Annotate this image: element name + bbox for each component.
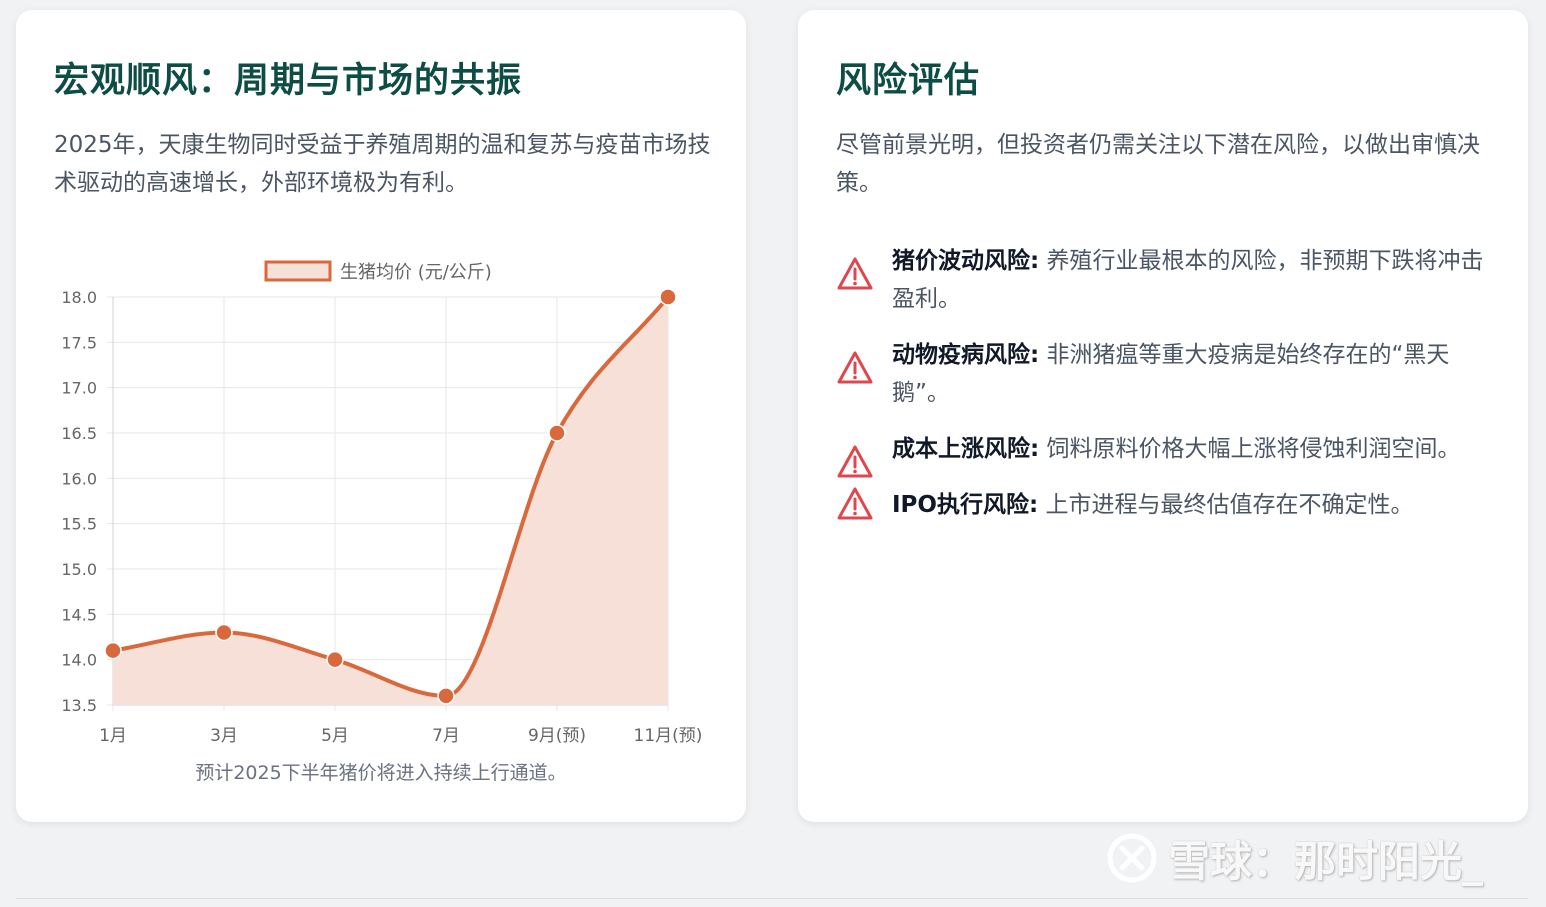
x-tick-label: 3月 xyxy=(210,726,238,746)
y-tick-label: 15.0 xyxy=(61,560,97,579)
macro-card: 宏观顺风：周期与市场的共振 2025年，天康生物同时受益于养殖周期的温和复苏与疫… xyxy=(16,10,746,822)
risk-item-text: 上市进程与最终估值存在不确定性。 xyxy=(1038,492,1414,518)
warning-icon xyxy=(837,351,873,384)
risk-item-cost: 成本上涨风险: 饲料原料价格大幅上涨将侵蚀利润空间。 xyxy=(836,430,1496,478)
pig-price-chart: 18.0 17.5 17.0 16.5 16.0 15.5 15.0 14.5 14.0 13.5… xyxy=(16,240,746,754)
xueqiu-logo-icon xyxy=(1107,833,1157,883)
macro-description: 2025年，天康生物同时受益于养殖周期的温和复苏与疫苗市场技术驱动的高速增长，外… xyxy=(54,132,711,196)
y-tick-label: 16.0 xyxy=(61,469,97,488)
risk-description: 尽管前景光明，但投资者仍需关注以下潜在风险，以做出审慎决策。 xyxy=(836,132,1480,196)
y-tick-label: 13.5 xyxy=(61,696,97,715)
risk-item-title: 动物疫病风险: xyxy=(892,342,1040,368)
risk-item-ipo: IPO执行风险: 上市进程与最终估值存在不确定性。 xyxy=(836,486,1496,524)
x-tick-label: 5月 xyxy=(321,726,349,746)
risk-item-text: 饲料原料价格大幅上涨将侵蚀利润空间。 xyxy=(1039,436,1461,462)
y-tick-label: 17.0 xyxy=(61,379,97,398)
risk-item-title: IPO执行风险: xyxy=(892,492,1039,518)
risk-list: 猪价波动风险: 养殖行业最根本的风险，非预期下跌将冲击盈利。 动物疫病风险: 非… xyxy=(836,242,1496,542)
watermark: 雪球：那时阳光_ xyxy=(1106,828,1483,888)
risk-card: 风险评估 尽管前景光明，但投资者仍需关注以下潜在风险，以做出审慎决策。 猪价波动… xyxy=(798,10,1528,822)
warning-icon xyxy=(837,445,873,478)
x-tick-label: 11月(预) xyxy=(634,726,703,746)
y-tick-label: 18.0 xyxy=(61,288,97,307)
watermark-text: 雪球：那时阳光_ xyxy=(1168,836,1484,886)
x-tick-label: 1月 xyxy=(99,726,127,746)
y-tick-label: 14.5 xyxy=(61,605,97,624)
risk-title: 风险评估 xyxy=(836,61,981,101)
risk-item-disease: 动物疫病风险: 非洲猪瘟等重大疫病是始终存在的“黑天鹅”。 xyxy=(836,336,1496,412)
data-point xyxy=(548,424,566,442)
risk-item-price: 猪价波动风险: 养殖行业最根本的风险，非预期下跌将冲击盈利。 xyxy=(836,242,1496,318)
chart-svg: 18.0 17.5 17.0 16.5 16.0 15.5 15.0 14.5 14.0 13.5… xyxy=(61,260,703,746)
warning-icon xyxy=(837,487,873,520)
risk-item-title: 猪价波动风险: xyxy=(892,248,1040,274)
chart-caption: 预计2025下半年猪价将进入持续上行通道。 xyxy=(195,762,567,784)
x-tick-label: 9月(预) xyxy=(528,726,586,746)
y-tick-label: 17.5 xyxy=(61,333,97,352)
y-tick-label: 16.5 xyxy=(61,424,97,443)
legend-label: 生猪均价 (元/公斤) xyxy=(340,262,492,283)
x-tick-label: 7月 xyxy=(432,726,460,746)
data-point xyxy=(215,623,233,642)
bottom-divider xyxy=(16,898,1528,899)
warning-icon xyxy=(837,257,873,290)
data-point xyxy=(437,687,455,705)
risk-item-title: 成本上涨风险: xyxy=(892,436,1040,462)
data-point xyxy=(659,288,677,306)
data-point xyxy=(326,650,344,669)
y-tick-label: 14.0 xyxy=(61,651,97,670)
y-tick-label: 15.5 xyxy=(61,515,97,534)
legend-swatch xyxy=(264,260,332,282)
data-point xyxy=(104,641,122,660)
macro-title: 宏观顺风：周期与市场的共振 xyxy=(54,61,523,101)
series-area xyxy=(113,297,668,705)
